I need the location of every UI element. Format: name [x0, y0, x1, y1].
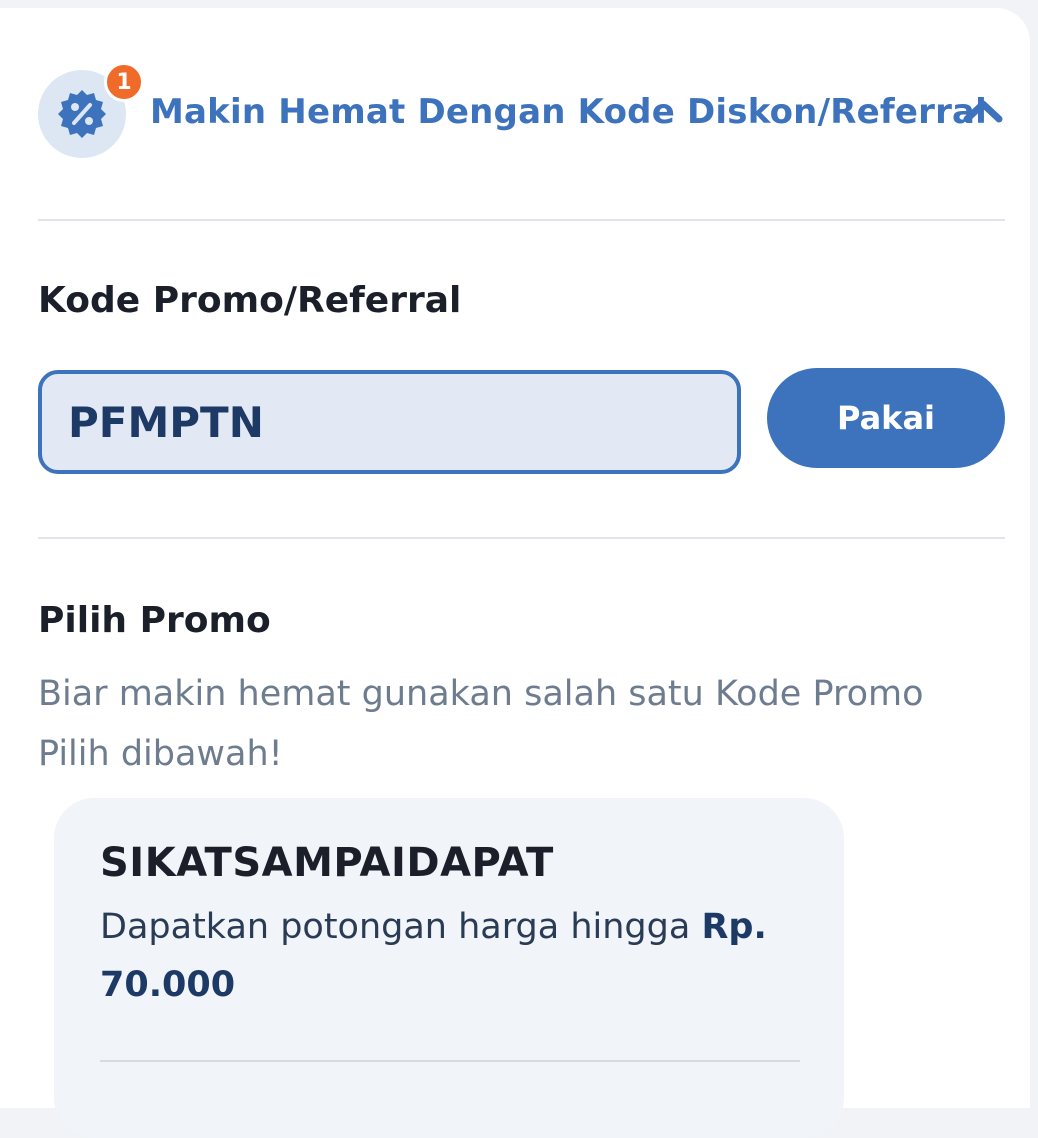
promo-code-input[interactable]	[38, 370, 741, 474]
choose-promo-title: Pilih Promo	[38, 600, 271, 641]
promo-option-code: SIKATSAMPAIDAPAT	[100, 840, 554, 886]
promo-option-description: Dapatkan potongan harga hingga Rp. 70.00…	[100, 898, 780, 1014]
notification-count-badge: 1	[104, 62, 144, 102]
discount-section-title[interactable]: Makin Hemat Dengan Kode Diskon/Referral	[150, 92, 987, 132]
divider	[38, 537, 1005, 539]
choose-promo-description: Biar makin hemat gunakan salah satu Kode…	[38, 674, 924, 774]
discount-toggle-header[interactable]: 1 Makin Hemat Dengan Kode Diskon/Referra…	[38, 62, 1008, 160]
promo-panel: 1 Makin Hemat Dengan Kode Diskon/Referra…	[0, 8, 1030, 1138]
chevron-up-icon[interactable]	[962, 98, 1004, 124]
discount-percent-icon	[58, 90, 106, 138]
discount-icon-wrapper: 1	[38, 62, 144, 158]
promo-option-description-text: Dapatkan potongan harga hingga	[100, 907, 691, 947]
promo-card-divider	[100, 1060, 800, 1062]
promo-code-label: Kode Promo/Referral	[38, 280, 462, 321]
divider	[38, 219, 1005, 221]
apply-promo-button[interactable]: Pakai	[767, 368, 1005, 468]
promo-option-card[interactable]: SIKATSAMPAIDAPAT Dapatkan potongan harga…	[54, 798, 844, 1138]
